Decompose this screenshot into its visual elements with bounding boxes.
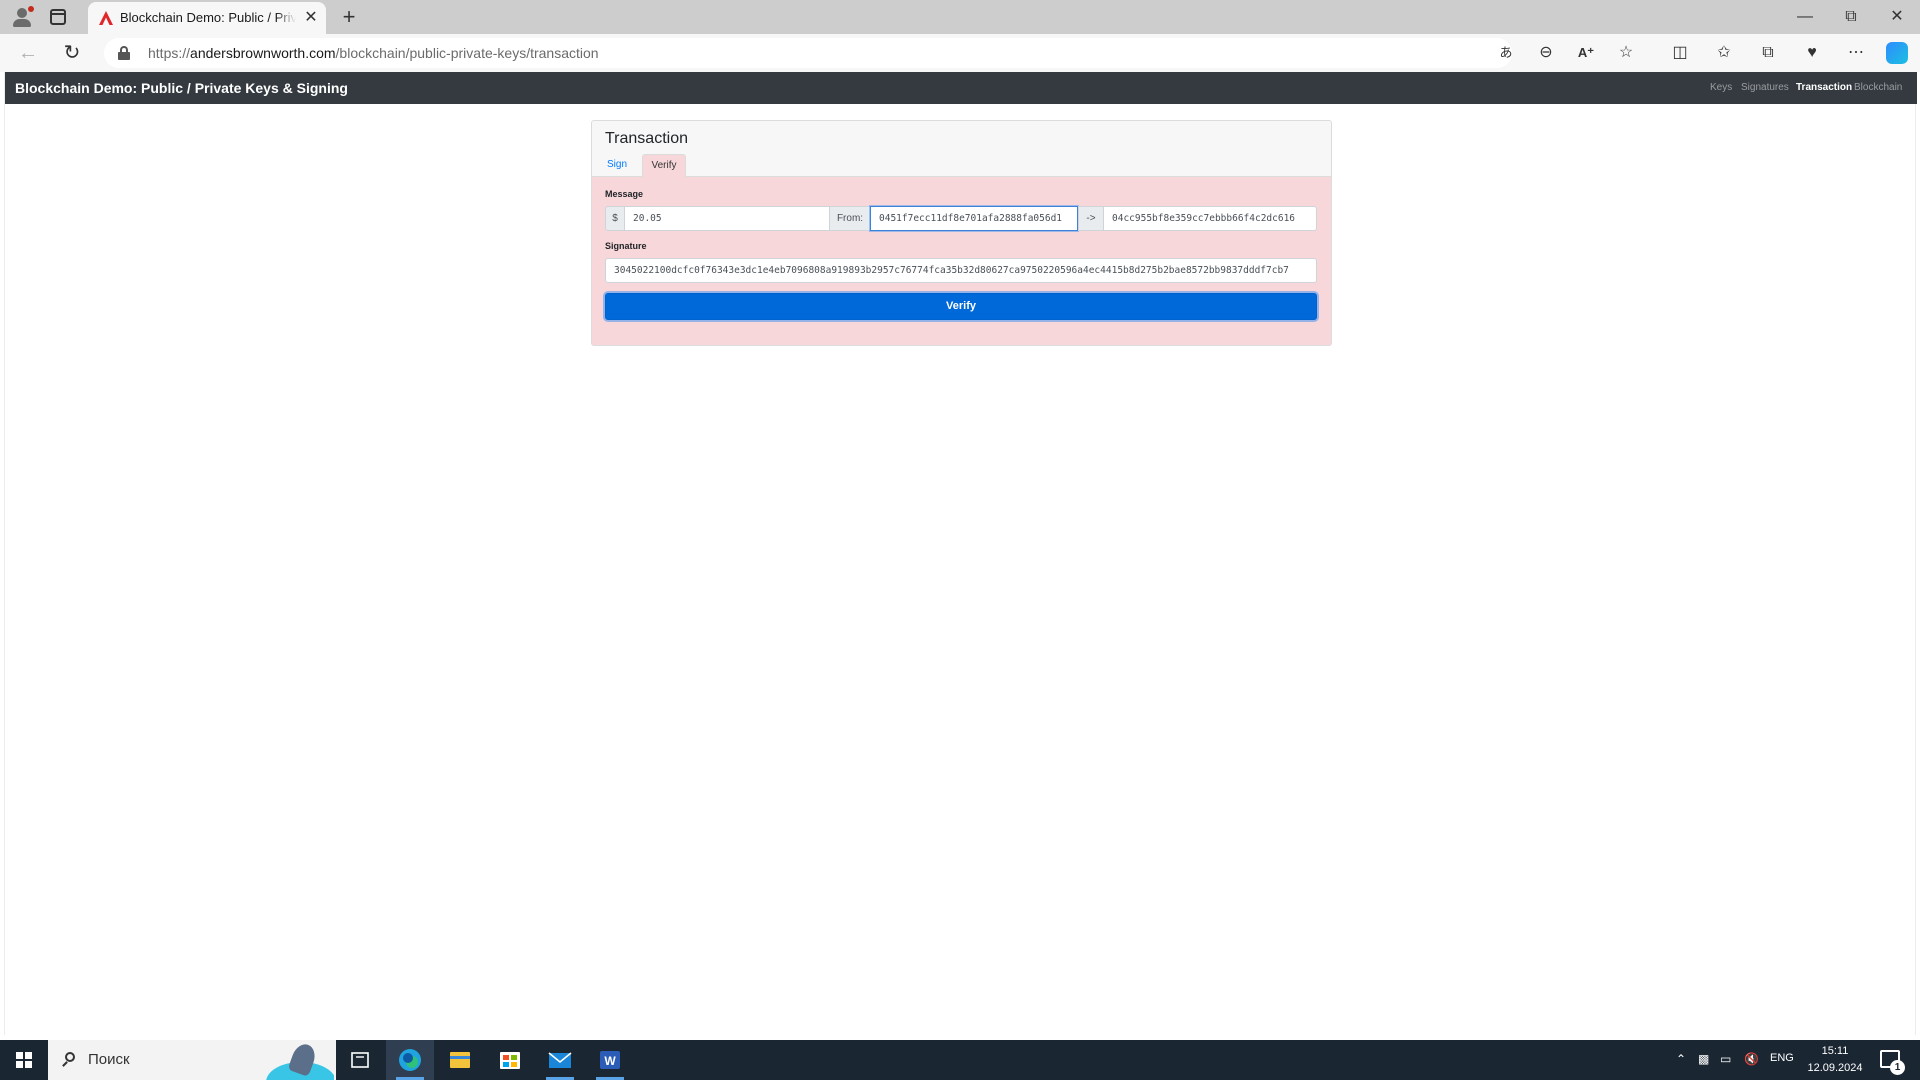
verify-button[interactable]: Verify xyxy=(605,293,1317,320)
file-explorer-icon[interactable] xyxy=(436,1040,484,1080)
transaction-card: Transaction Sign Verify Message $ 20.05 … xyxy=(591,120,1332,346)
tab-sign[interactable]: Sign xyxy=(602,154,632,177)
favorite-icon[interactable]: ☆ xyxy=(1616,43,1636,63)
tray-chevron-icon[interactable]: ⌃ xyxy=(1676,1052,1686,1066)
signature-label: Signature xyxy=(605,241,647,251)
svg-text:W: W xyxy=(604,1054,616,1068)
from-addon: From: xyxy=(829,206,871,231)
close-window-icon[interactable]: ✕ xyxy=(1882,4,1912,30)
volume-muted-icon[interactable]: 🔇 xyxy=(1744,1052,1759,1066)
taskbar-clock[interactable]: 15:11 12.09.2024 xyxy=(1800,1043,1870,1077)
meet-now-icon[interactable]: ▩ xyxy=(1698,1052,1709,1066)
nav-transaction[interactable]: Transaction xyxy=(1796,82,1852,93)
to-input[interactable]: 04cc955bf8e359cc7ebbb66f4c2dc616 xyxy=(1103,206,1317,231)
taskbar-search[interactable]: Поиск xyxy=(48,1040,336,1080)
favorites-icon[interactable]: ✩ xyxy=(1714,43,1734,63)
reload-icon[interactable]: ↻ xyxy=(60,41,84,65)
new-tab-button[interactable]: + xyxy=(338,6,360,28)
tab-verify[interactable]: Verify xyxy=(642,154,686,178)
site-navbar: Blockchain Demo: Public / Private Keys &… xyxy=(5,72,1917,104)
web-page: Blockchain Demo: Public / Private Keys &… xyxy=(4,72,1917,1035)
search-highlight-image xyxy=(256,1042,334,1080)
url-scheme: https:// xyxy=(148,45,191,61)
translate-icon[interactable]: あ xyxy=(1496,43,1516,63)
url-host: andersbrownworth.com xyxy=(190,45,336,61)
site-brand[interactable]: Blockchain Demo: Public / Private Keys &… xyxy=(15,80,348,96)
more-icon[interactable]: ⋯ xyxy=(1846,43,1866,63)
word-icon[interactable]: W xyxy=(586,1040,634,1080)
read-aloud-icon[interactable]: A⁺ xyxy=(1576,43,1596,63)
task-view-icon[interactable] xyxy=(336,1040,384,1080)
browser-tab-active[interactable]: Blockchain Demo: Public / Private Keys &… xyxy=(88,2,326,34)
search-icon xyxy=(62,1052,76,1067)
clock-date: 12.09.2024 xyxy=(1807,1062,1863,1074)
message-input-group: $ 20.05 From: 0451f7ecc11df8e701afa2888f… xyxy=(605,206,1317,231)
split-screen-icon[interactable]: ◫ xyxy=(1670,43,1690,63)
close-tab-icon[interactable]: ✕ xyxy=(302,9,320,27)
browser-toolbar: ← ↻ https://andersbrownworth.com/blockch… xyxy=(0,34,1920,72)
browser-essentials-icon[interactable]: ♥ xyxy=(1802,43,1822,63)
search-placeholder: Поиск xyxy=(88,1051,130,1068)
zoom-out-icon[interactable]: ⊖ xyxy=(1536,43,1556,63)
store-icon[interactable] xyxy=(486,1040,534,1080)
address-bar[interactable]: https://andersbrownworth.com/blockchain/… xyxy=(104,38,1512,68)
signature-input[interactable]: 3045022100dcfc0f76343e3dc1e4eb7096808a91… xyxy=(605,258,1317,283)
language-indicator[interactable]: ENG xyxy=(1770,1052,1794,1064)
start-button[interactable] xyxy=(0,1040,48,1080)
notification-count: 1 xyxy=(1890,1060,1905,1075)
restore-icon[interactable]: ⧉ xyxy=(1836,4,1866,30)
collections-icon[interactable]: ⧉ xyxy=(1758,43,1778,63)
minimize-icon[interactable]: — xyxy=(1790,4,1820,30)
windows-icon xyxy=(16,1052,32,1068)
from-input[interactable]: 0451f7ecc11df8e701afa2888fa056d1 xyxy=(870,206,1078,231)
currency-addon: $ xyxy=(605,206,625,231)
tab-strip: Blockchain Demo: Public / Private Keys &… xyxy=(0,0,1920,34)
url-path: /blockchain/public-private-keys/transact… xyxy=(335,45,599,61)
nav-signatures[interactable]: Signatures xyxy=(1741,82,1789,93)
edge-icon[interactable] xyxy=(386,1040,434,1080)
amount-input[interactable]: 20.05 xyxy=(624,206,830,231)
message-label: Message xyxy=(605,189,644,199)
arrow-addon: -> xyxy=(1078,206,1104,231)
site-favicon-icon xyxy=(99,11,113,25)
nav-keys[interactable]: Keys xyxy=(1710,82,1732,93)
nav-blockchain[interactable]: Blockchain xyxy=(1854,82,1902,93)
taskbar: Поиск W ⌃ ▩ ▭ 🔇 ENG 15:11 12.09.2024 1 xyxy=(0,1040,1920,1080)
card-title: Transaction xyxy=(605,130,688,147)
network-icon[interactable]: ▭ xyxy=(1720,1052,1731,1066)
tab-actions-icon[interactable] xyxy=(50,9,66,25)
url-text[interactable]: https://andersbrownworth.com/blockchain/… xyxy=(148,45,599,61)
profile-icon[interactable] xyxy=(10,6,34,28)
tab-title: Blockchain Demo: Public / Private Keys &… xyxy=(120,10,296,25)
back-icon[interactable]: ← xyxy=(16,41,40,65)
copilot-icon[interactable] xyxy=(1886,42,1908,64)
lock-icon[interactable] xyxy=(118,46,130,60)
card-header: Transaction Sign Verify xyxy=(592,121,1331,178)
clock-time: 15:11 xyxy=(1821,1045,1849,1057)
mail-icon[interactable] xyxy=(536,1040,584,1080)
